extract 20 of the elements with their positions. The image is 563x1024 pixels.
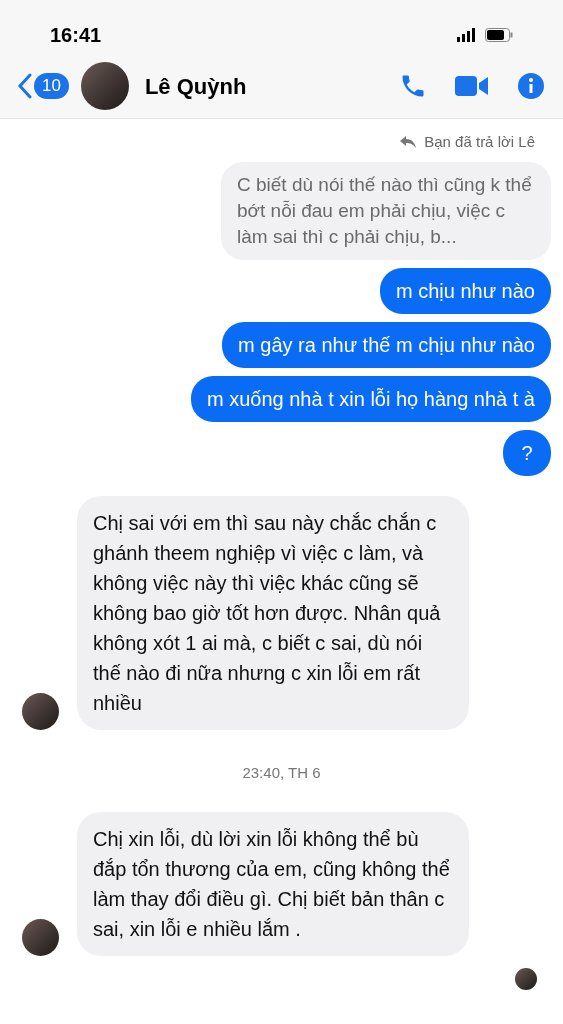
status-time: 16:41 xyxy=(50,23,102,48)
avatar xyxy=(80,62,129,110)
received-message: Chị sai với em thì sau này chắc chắn c ghánh theem nghiệp vì việc c làm, và không việc này thì việc khác cũng sẽ không bao giờ tốt hơn được. Nhân quả không xót 1 ai mà, c biết c sai, dù nói thế nào đi nữa nhưng c xin lỗi em rất nhiều xyxy=(77,495,469,730)
sent-message: m xuống nhà t xin lỗi họ hàng nhà t à xyxy=(191,375,551,422)
sent-message: ? xyxy=(503,429,551,476)
info-icon[interactable] xyxy=(517,72,545,100)
back-button[interactable]: 10 xyxy=(18,73,69,99)
reply-icon xyxy=(400,136,417,149)
video-camera-icon[interactable] xyxy=(455,73,489,99)
contact-name[interactable]: Lê Quỳnh xyxy=(144,69,247,103)
sent-message: m gây ra như thế m chịu như nào xyxy=(222,321,551,368)
unread-count: 10 xyxy=(34,73,69,99)
battery-icon xyxy=(485,28,513,42)
chevron-left-icon xyxy=(18,73,32,99)
quoted-message: C biết dù nói thế nào thì cũng k thể bớt nỗi đau em phải chịu, việc c làm sai thì c phải chịu, b... xyxy=(221,161,551,260)
signal-icon xyxy=(457,28,477,42)
sent-message: m chịu như nào xyxy=(379,267,551,314)
received-message: Chị xin lỗi, dù lời xin lỗi không thể bù đắp tổn thương của em, cũng không thể làm thay đổi điều gì. Chị biết bản thân c sai, xin lỗi e nhiều lắm . xyxy=(77,812,469,956)
reply-label: Bạn đã trả lời Lê xyxy=(424,132,535,152)
timestamp: 23:40, TH 6 xyxy=(242,762,321,783)
